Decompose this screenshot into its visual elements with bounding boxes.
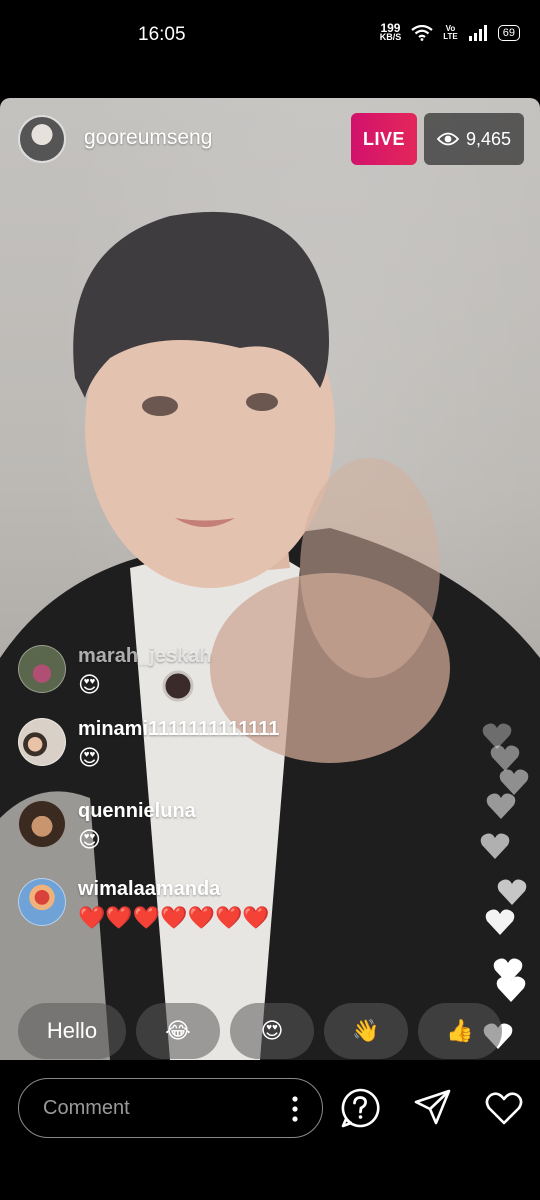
- send-icon[interactable]: [414, 1088, 452, 1126]
- commenter-username[interactable]: minami1111111111111: [78, 718, 279, 741]
- heart-icon: [486, 793, 516, 819]
- host-avatar[interactable]: [18, 115, 66, 163]
- comment-text: 😍: [78, 745, 101, 770]
- heart-icon: [485, 909, 515, 935]
- viewer-count: 9,465: [465, 128, 512, 149]
- comment-text: ❤️❤️❤️❤️❤️❤️❤️: [78, 905, 270, 930]
- comment-text: 😍: [78, 672, 101, 697]
- commenter-avatar[interactable]: [18, 878, 66, 926]
- question-icon[interactable]: [340, 1088, 380, 1128]
- comment-item: minami1111111111111 😍: [18, 718, 279, 771]
- commenter-avatar[interactable]: [18, 645, 66, 693]
- volte-bottom: LTE: [443, 32, 458, 41]
- host-username[interactable]: gooreumseng: [84, 126, 212, 150]
- viewer-count-button[interactable]: 9,465: [424, 113, 524, 165]
- eye-icon: [436, 132, 459, 146]
- commenter-username[interactable]: marah_jeskah: [78, 645, 211, 668]
- reaction-thumbs-up-button[interactable]: 👍: [418, 1003, 502, 1059]
- more-vertical-icon[interactable]: [292, 1095, 298, 1123]
- reaction-laugh-button[interactable]: 😂: [136, 1003, 220, 1059]
- battery-indicator: 69: [497, 25, 520, 41]
- comment-input[interactable]: Comment: [18, 1078, 323, 1138]
- reaction-heart-eyes-button[interactable]: 😍: [230, 1003, 314, 1059]
- gift-heart-icon[interactable]: [484, 1088, 524, 1128]
- signal-icon: [468, 25, 487, 41]
- commenter-username[interactable]: quennieluna: [78, 800, 196, 823]
- status-bar: 16:05 199 KB/S Vo LTE 69: [0, 0, 540, 70]
- commenter-avatar[interactable]: [18, 718, 66, 766]
- comment-placeholder: Comment: [43, 1096, 130, 1119]
- commenter-username[interactable]: wimalaamanda: [78, 878, 270, 901]
- comment-text: 😍: [78, 827, 101, 852]
- network-speed: 199 KB/S: [379, 22, 402, 42]
- commenter-avatar[interactable]: [18, 800, 66, 848]
- bottom-bar: Comment: [0, 1060, 540, 1200]
- comment-item: quennieluna 😍: [18, 800, 196, 853]
- reaction-wave-button[interactable]: 👋: [324, 1003, 408, 1059]
- status-time: 16:05: [138, 24, 186, 45]
- heart-icon: [496, 976, 526, 1002]
- network-speed-unit: KB/S: [379, 32, 402, 42]
- live-badge: LIVE: [351, 113, 417, 165]
- status-icons: 199 KB/S Vo LTE 69: [379, 22, 520, 42]
- volte-indicator: Vo LTE: [443, 25, 458, 41]
- quick-reactions: Hello 😂 😍 👋 👍: [18, 1003, 502, 1059]
- comment-item: marah_jeskah 😍: [18, 645, 211, 698]
- heart-icon: [480, 833, 510, 859]
- reaction-hello-button[interactable]: Hello: [18, 1003, 126, 1059]
- heart-icon: [497, 879, 527, 905]
- wifi-icon: [411, 25, 433, 41]
- comment-item: wimalaamanda ❤️❤️❤️❤️❤️❤️❤️: [18, 878, 270, 931]
